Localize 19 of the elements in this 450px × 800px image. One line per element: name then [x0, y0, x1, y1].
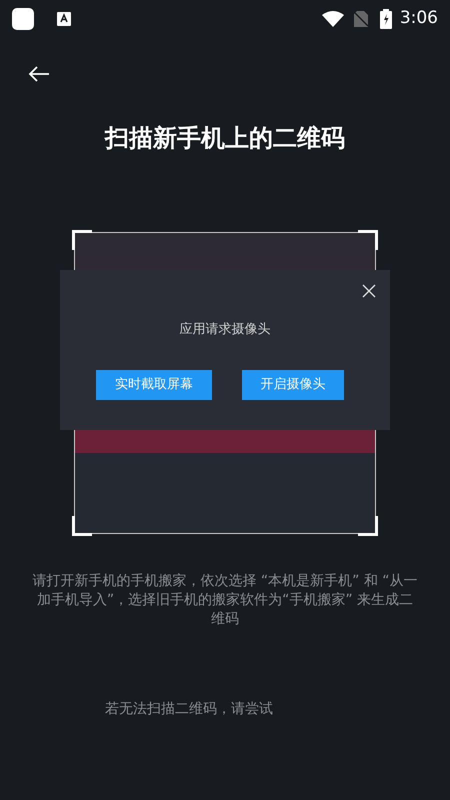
dialog-message: 应用请求摄像头: [180, 321, 270, 339]
instructions-text: 请打开新手机的手机搬家，依次选择 “本机是新手机” 和 “从一加手机导入”，选择旧手机的搬家软件为“手机搬家” 来生成二维码: [31, 572, 419, 629]
close-icon: [362, 284, 376, 298]
frame-corner: [72, 516, 92, 536]
close-button[interactable]: [360, 282, 378, 300]
dialog-button[interactable]: 开启摄像头: [242, 370, 344, 400]
status-time: 3:06: [400, 7, 438, 30]
dialog-button[interactable]: 实时截取屏幕: [96, 370, 212, 400]
app-icon: [12, 8, 34, 30]
battery-icon: [380, 9, 392, 29]
no-sim-icon: [354, 11, 368, 27]
frame-corner: [358, 516, 378, 536]
wifi-icon: [322, 11, 344, 27]
back-arrow-icon: [28, 66, 50, 82]
help-text: 若无法扫描二维码，请尝试: [104, 700, 274, 719]
font-icon: [57, 12, 71, 26]
frame-corner: [72, 230, 92, 250]
page-title: 扫描新手机上的二维码: [103, 123, 346, 154]
frame-corner: [358, 230, 378, 250]
